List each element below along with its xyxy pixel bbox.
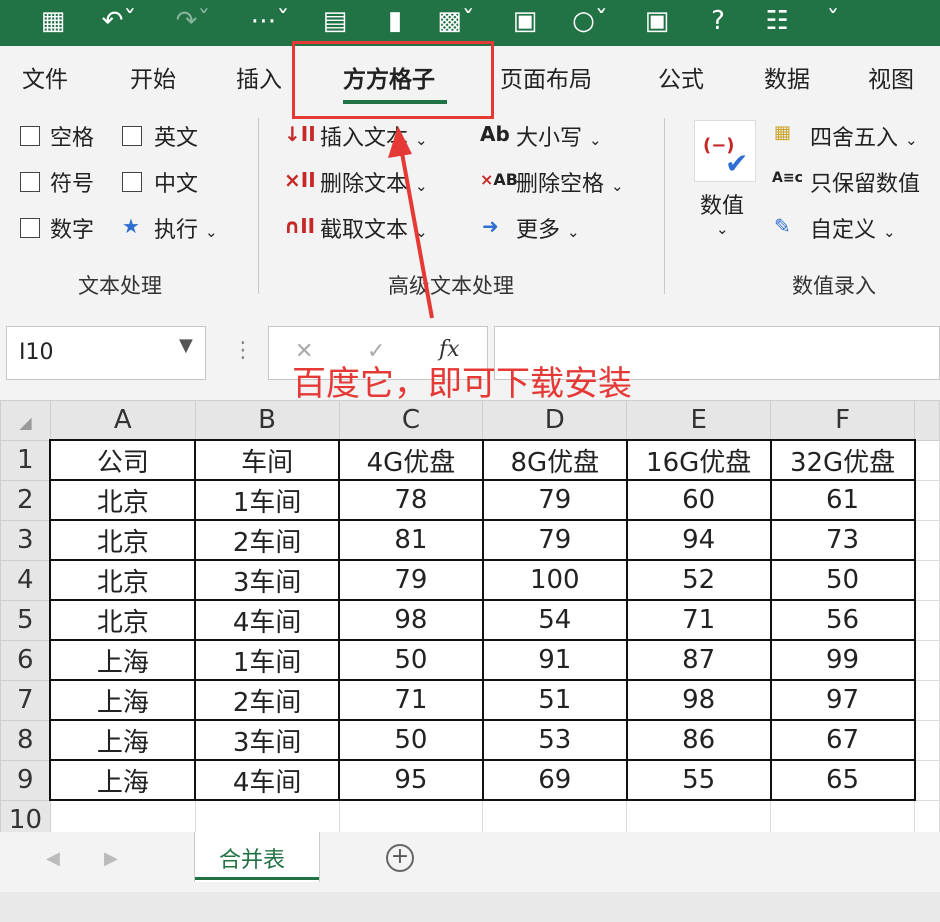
sheet-tab-label: 合并表: [219, 848, 286, 873]
annotation-arrow: [388, 126, 434, 319]
status-bar: [0, 892, 940, 922]
annotation-text: 百度它，即可下载安装: [292, 364, 632, 404]
add-sheet-button[interactable]: +: [386, 844, 414, 872]
sheet-tab-bar: ◀ ▶: [0, 832, 940, 892]
sheet-tab-merged[interactable]: 合并表: [194, 832, 320, 882]
scroll-right-icon[interactable]: ▶: [104, 848, 118, 869]
active-sheet-indicator: [195, 877, 319, 880]
scroll-left-icon[interactable]: ◀: [46, 848, 60, 869]
